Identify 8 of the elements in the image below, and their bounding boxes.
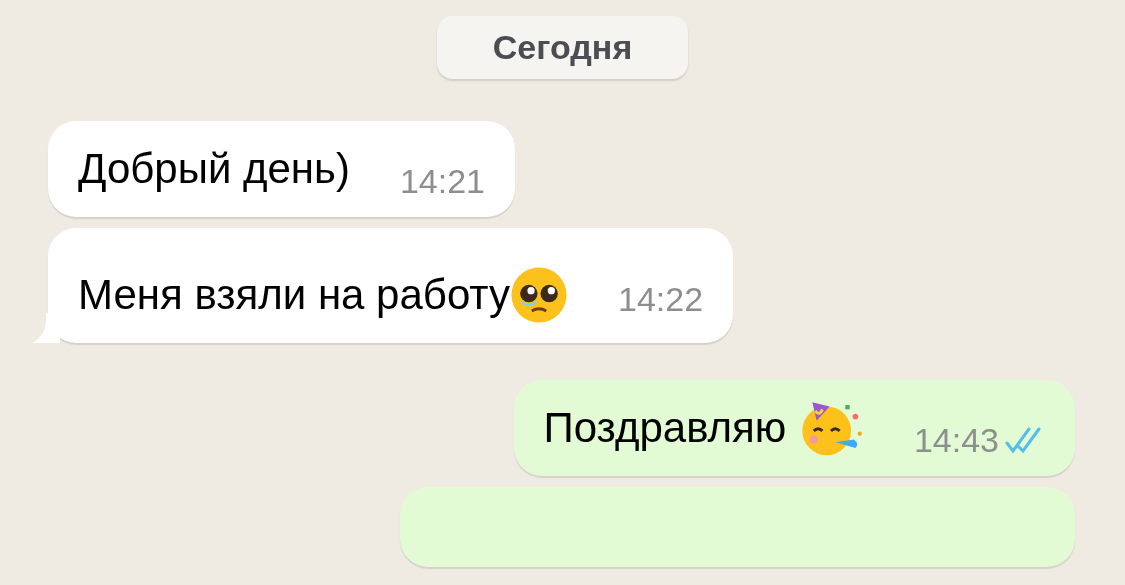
message-time: 14:22 [618,279,704,320]
message-text: Меня взяли на работу [78,270,511,320]
message-text: Добрый день) [78,144,350,194]
pleading-face-icon [510,266,569,324]
date-divider: Сегодня [436,16,689,79]
message-time: 14:43 [913,420,999,461]
message-time: 14:21 [399,161,486,202]
message-text: Поздравляю [543,403,788,453]
